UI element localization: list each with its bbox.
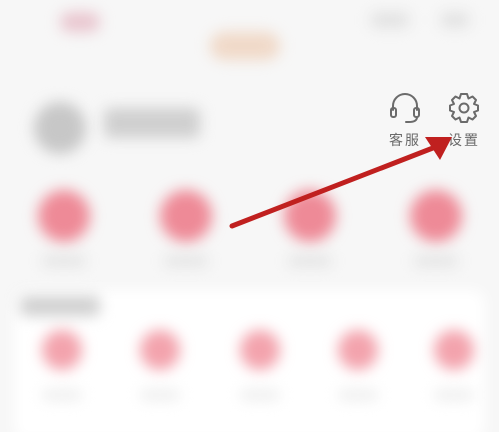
gear-icon: [439, 90, 489, 126]
section-title: [20, 296, 100, 316]
tool-label: [42, 390, 82, 400]
quick-entry-label: [414, 256, 458, 266]
username[interactable]: [104, 108, 200, 138]
top-right-item: [370, 12, 410, 28]
quick-entry-label: [164, 256, 208, 266]
quick-entry-icon[interactable]: [38, 190, 90, 242]
tool-label: [240, 390, 280, 400]
customer-service-button[interactable]: 客服: [380, 90, 430, 150]
settings-label: 设置: [448, 133, 480, 149]
tool-icon[interactable]: [140, 330, 180, 370]
top-right-item: [440, 12, 470, 28]
tool-icon[interactable]: [434, 330, 474, 370]
app-logo: [210, 32, 280, 60]
tool-label: [434, 390, 474, 400]
quick-entry-icon[interactable]: [284, 190, 336, 242]
tool-icon[interactable]: [240, 330, 280, 370]
customer-service-label: 客服: [389, 133, 421, 149]
top-left-badge: [60, 12, 100, 32]
settings-button[interactable]: 设置: [439, 90, 489, 150]
tool-icon[interactable]: [338, 330, 378, 370]
headset-icon: [380, 90, 430, 126]
tool-label: [338, 390, 378, 400]
app-screen: 客服 设置: [0, 0, 499, 432]
tool-icon[interactable]: [42, 330, 82, 370]
tool-label: [140, 390, 180, 400]
quick-entry-icon[interactable]: [160, 190, 212, 242]
quick-entry-label: [42, 256, 86, 266]
quick-entry-icon[interactable]: [410, 190, 462, 242]
quick-entry-label: [288, 256, 332, 266]
avatar[interactable]: [34, 102, 86, 154]
